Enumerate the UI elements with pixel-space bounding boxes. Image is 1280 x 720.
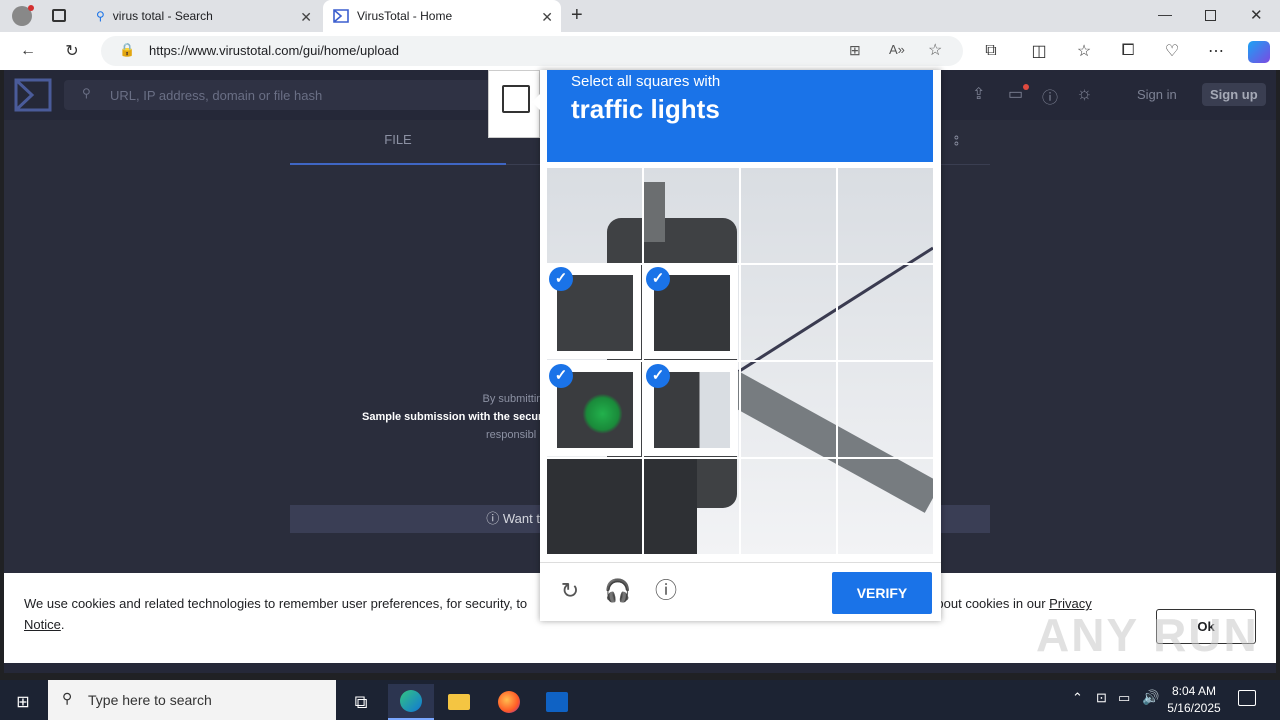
extensions-icon[interactable]: ⧉ <box>981 41 1001 61</box>
tray-chevron-icon[interactable]: ⌃ <box>1072 690 1083 706</box>
minimize-icon[interactable]: — <box>1158 6 1172 22</box>
new-tab-icon[interactable]: + <box>571 4 583 27</box>
anyrun-watermark: ANY RUN <box>1036 609 1259 661</box>
notifications-icon[interactable]: ▭ <box>1008 84 1023 104</box>
active-tab-indicator <box>290 163 506 165</box>
headphones-icon[interactable]: 🎧 <box>604 577 632 605</box>
copilot-icon[interactable] <box>1248 41 1270 63</box>
selected-check-icon: ✓ <box>549 267 573 291</box>
captcha-tile-selected[interactable]: ✓ <box>547 265 641 359</box>
theme-toggle-icon[interactable]: ☼ <box>1076 83 1093 104</box>
grid-lines <box>547 457 933 459</box>
split-screen-icon[interactable]: ◫ <box>1029 41 1049 61</box>
browser-toolbar: ← ↻ 🔒 https://www.virustotal.com/gui/hom… <box>0 32 1280 70</box>
bottom-strip <box>4 663 1276 673</box>
captcha-pointer <box>532 92 542 112</box>
help-icon[interactable]: ⓘ <box>1042 84 1058 108</box>
search-placeholder: URL, IP address, domain or file hash <box>110 88 323 103</box>
cookie-text-start: We use cookies and related technologies … <box>24 596 528 611</box>
captcha-tile-selected[interactable]: ✓ <box>644 265 738 359</box>
network-icon[interactable]: ▭ <box>1118 690 1130 706</box>
selected-check-icon: ✓ <box>646 267 670 291</box>
tab-virustotal-home[interactable]: VirusTotal - Home ✕ <box>323 0 561 32</box>
refresh-icon[interactable]: ↻ <box>62 41 82 61</box>
tab-file[interactable]: FILE <box>290 132 506 147</box>
collections-icon[interactable]: ⧠ <box>1118 41 1138 61</box>
cookie-text-end: about cookies in our <box>929 596 1050 611</box>
windows-taskbar: ⊞ ⚲ Type here to search ⧉ ⌃ ⊡ ▭ 🔊 8:04 A… <box>0 680 1280 720</box>
virustotal-logo-icon[interactable] <box>14 78 52 112</box>
info-icon[interactable]: ⓘ <box>652 577 680 605</box>
tab-title: virus total - Search <box>112 9 213 23</box>
cookie-period: . <box>60 617 65 632</box>
captcha-checkbox[interactable] <box>502 85 530 113</box>
browser-essentials-icon[interactable]: ♡ <box>1162 41 1182 61</box>
device-icon[interactable]: ⊡ <box>1096 690 1107 706</box>
file-explorer-icon[interactable] <box>436 684 482 720</box>
profile-alert-dot <box>28 5 34 11</box>
captcha-target: traffic lights <box>571 94 720 124</box>
url-text[interactable]: https://www.virustotal.com/gui/home/uplo… <box>149 43 399 58</box>
close-tab-icon[interactable]: ✕ <box>541 9 553 26</box>
reload-icon[interactable]: ↻ <box>556 577 584 605</box>
close-tab-icon[interactable]: ✕ <box>300 9 312 26</box>
tab-virus-total-search[interactable]: ⚲ virus total - Search ✕ <box>86 0 320 32</box>
selected-check-icon: ✓ <box>646 364 670 388</box>
browser-tab-strip: ⚲ virus total - Search ✕ VirusTotal - Ho… <box>0 0 1280 32</box>
close-window-icon[interactable]: ✕ <box>1250 6 1263 24</box>
captcha-header: Select all squares with traffic lights <box>547 70 933 162</box>
vt-search-input[interactable]: ⚲ URL, IP address, domain or file hash <box>64 80 514 110</box>
read-aloud-icon[interactable]: A» <box>889 42 905 57</box>
captcha-challenge: Select all squares with traffic lights ✓… <box>532 70 941 621</box>
firefox-icon[interactable] <box>486 684 532 720</box>
address-bar[interactable]: 🔒 https://www.virustotal.com/gui/home/up… <box>101 36 963 66</box>
verify-button[interactable]: VERIFY <box>832 572 932 614</box>
notification-center-icon[interactable] <box>1238 690 1256 706</box>
search-icon: ⚲ <box>96 9 105 23</box>
virustotal-favicon-icon <box>333 9 349 23</box>
favorites-icon[interactable]: ☆ <box>1074 41 1094 61</box>
task-view-icon[interactable]: ⧉ <box>338 684 384 720</box>
back-icon[interactable]: ← <box>18 41 38 61</box>
outlook-icon[interactable] <box>534 684 580 720</box>
clock-date: 5/16/2025 <box>1167 701 1221 715</box>
restore-icon[interactable] <box>1205 10 1216 21</box>
taskbar-clock[interactable]: 8:04 AM 5/16/2025 <box>1164 683 1224 717</box>
taskbar-search[interactable]: ⚲ Type here to search <box>48 680 336 720</box>
favorite-star-icon[interactable]: ☆ <box>928 40 942 60</box>
app-available-icon[interactable]: ⊞ <box>849 42 861 59</box>
clock-time: 8:04 AM <box>1171 684 1217 698</box>
volume-icon[interactable]: 🔊 <box>1142 689 1159 706</box>
sign-up-button[interactable]: Sign up <box>1202 83 1266 106</box>
upload-icon[interactable]: ⇪ <box>972 84 985 104</box>
search-icon: ⚲ <box>62 690 73 706</box>
lock-icon[interactable]: 🔒 <box>119 42 135 58</box>
notice-link[interactable]: Notice <box>24 617 61 632</box>
edge-icon[interactable] <box>388 684 434 720</box>
captcha-footer: ↻ 🎧 ⓘ VERIFY <box>540 562 941 621</box>
taskbar-search-placeholder: Type here to search <box>88 692 212 708</box>
notification-dot <box>1023 84 1029 90</box>
captcha-instruction: Select all squares with <box>571 73 721 90</box>
windows-start-icon[interactable]: ⊞ <box>0 684 46 720</box>
tab-actions-icon[interactable] <box>52 9 66 22</box>
search-icon: ⚲ <box>82 86 91 100</box>
tab-title: VirusTotal - Home <box>357 9 453 23</box>
captcha-tile-selected[interactable]: ✓ <box>547 362 641 456</box>
sign-in-link[interactable]: Sign in <box>1137 87 1177 102</box>
selected-check-icon: ✓ <box>549 364 573 388</box>
captcha-image-grid: ✓ ✓ ✓ ✓ <box>547 168 933 554</box>
search-tab-icon[interactable]: ⦂ <box>954 132 959 150</box>
captcha-tile-selected[interactable]: ✓ <box>644 362 738 456</box>
more-menu-icon[interactable]: ⋯ <box>1206 41 1226 61</box>
